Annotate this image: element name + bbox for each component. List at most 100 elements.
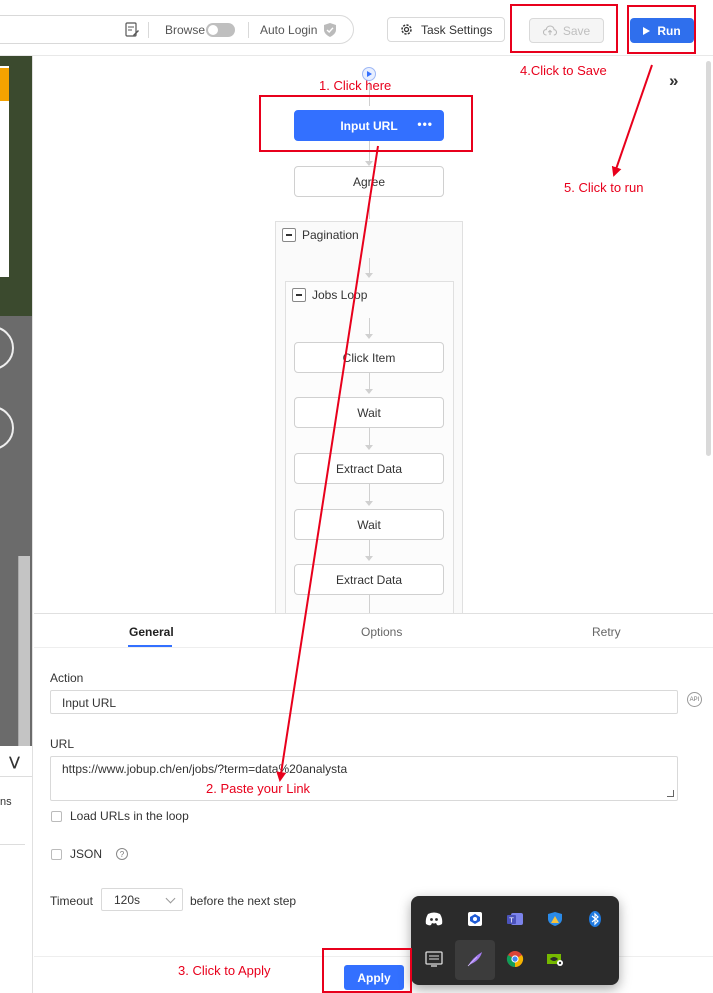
arrow-down-icon <box>365 501 373 506</box>
collapse-icon[interactable] <box>282 228 296 242</box>
node-label: Wait <box>357 517 381 532</box>
task-settings-label: Task Settings <box>421 22 493 37</box>
highlight-apply <box>322 948 412 993</box>
json-label: JSON <box>70 847 103 861</box>
timeout-suffix: before the next step <box>190 894 297 908</box>
display-settings-icon[interactable] <box>423 948 445 970</box>
node-label: Extract Data <box>335 572 403 587</box>
node-label: Click Item <box>342 350 396 365</box>
auto-login-label[interactable]: Auto Login <box>260 22 317 38</box>
shield-check-icon <box>324 23 336 37</box>
svg-text:T: T <box>508 917 514 925</box>
action-label: Action <box>50 671 84 685</box>
task-settings-button[interactable]: Task Settings <box>387 17 505 42</box>
connector <box>369 484 370 501</box>
edit-document-icon[interactable] <box>125 22 139 37</box>
connector <box>369 197 370 219</box>
divider <box>248 22 249 38</box>
highlight-run <box>627 5 696 54</box>
json-checkbox-row[interactable]: JSON ? <box>51 847 129 861</box>
node-label: Extract Data <box>335 461 403 476</box>
tab-retry[interactable]: Retry <box>592 625 621 639</box>
resize-handle-icon[interactable] <box>667 790 674 797</box>
preview-banner <box>0 68 9 101</box>
jobs-loop-header[interactable]: Jobs Loop <box>292 288 367 302</box>
pagination-header[interactable]: Pagination <box>282 228 359 242</box>
node-extract-data[interactable]: Extract Data <box>294 453 444 484</box>
highlight-save <box>510 4 618 53</box>
url-textarea[interactable]: https://www.jobup.ch/en/jobs/?term=data%… <box>50 756 678 801</box>
gear-icon <box>401 24 412 35</box>
chevron-down-icon <box>165 893 176 904</box>
annotation-step-4: 4.Click to Save <box>520 63 607 78</box>
annotation-step-5: 5. Click to run <box>564 180 644 195</box>
preview-scrollbar[interactable] <box>18 556 30 746</box>
api-icon[interactable]: API <box>687 692 702 707</box>
app-tray-icon[interactable] <box>464 908 486 930</box>
chrome-icon[interactable] <box>504 948 526 970</box>
url-value: https://www.jobup.ch/en/jobs/?term=data%… <box>62 762 348 776</box>
timeout-select[interactable]: 120s <box>101 888 183 911</box>
timeout-label: Timeout <box>50 894 93 908</box>
node-wait[interactable]: Wait <box>294 509 444 540</box>
arrow-down-icon <box>365 273 373 278</box>
discord-icon[interactable] <box>423 908 445 930</box>
feather-icon[interactable] <box>464 948 486 970</box>
group-label: Jobs Loop <box>312 288 368 302</box>
highlight-input-url <box>259 95 473 152</box>
node-extract-data[interactable]: Extract Data <box>294 564 444 595</box>
timeout-value: 120s <box>114 893 141 907</box>
connector <box>369 258 370 274</box>
annotation-step-2: 2. Paste your Link <box>206 781 311 796</box>
annotation-step-1: 1. Click here <box>319 78 392 93</box>
node-wait[interactable]: Wait <box>294 397 444 428</box>
load-urls-checkbox[interactable] <box>51 810 62 822</box>
browse-toggle[interactable] <box>206 23 235 37</box>
connector <box>369 373 370 389</box>
url-label: URL <box>50 737 75 751</box>
action-value: Input URL <box>62 696 117 710</box>
connector <box>369 318 370 334</box>
canvas-scrollbar[interactable] <box>706 61 711 456</box>
nvidia-icon[interactable] <box>544 948 566 970</box>
node-label: Agree <box>352 174 386 189</box>
preview-text: ns <box>0 796 12 808</box>
divider <box>148 22 149 38</box>
system-tray-overflow: T <box>411 896 619 985</box>
workflow-editor: Browse Auto Login Task Settings Save Run… <box>0 0 713 993</box>
collapse-panel-icon[interactable]: » <box>669 71 678 91</box>
load-urls-label: Load URLs in the loop <box>70 809 189 823</box>
help-icon[interactable]: ? <box>116 848 129 860</box>
bluetooth-icon[interactable] <box>584 908 606 930</box>
tab-options[interactable]: Options <box>361 625 402 639</box>
collapse-icon[interactable] <box>292 288 306 302</box>
tab-general[interactable]: General <box>129 625 174 639</box>
preview-footer: ⋁ ns <box>0 746 32 993</box>
annotation-step-3: 3. Click to Apply <box>178 963 271 978</box>
connector <box>369 540 370 556</box>
node-click-item[interactable]: Click Item <box>294 342 444 373</box>
chevron-down-double-icon[interactable]: ⋁ <box>9 754 20 770</box>
connector <box>369 595 370 613</box>
api-badge-text: API <box>689 696 700 703</box>
divider <box>0 844 25 845</box>
browse-label: Browse <box>165 23 206 37</box>
panel-tabs: General Options Retry <box>34 614 713 648</box>
node-label: Wait <box>357 405 381 420</box>
divider <box>0 776 32 777</box>
browser-controls-pill: Browse Auto Login <box>0 15 354 44</box>
json-checkbox[interactable] <box>51 848 62 860</box>
node-agree[interactable]: Agree <box>294 166 444 197</box>
arrow-down-icon <box>365 556 373 561</box>
defender-icon[interactable] <box>544 908 566 930</box>
action-field[interactable]: Input URL <box>50 690 678 714</box>
browser-preview-strip: ⋁ ns <box>0 56 33 993</box>
active-tab-indicator <box>128 645 172 647</box>
arrow-down-icon <box>365 389 373 394</box>
teams-icon[interactable]: T <box>504 908 526 930</box>
connector <box>369 428 370 445</box>
load-urls-checkbox-row[interactable]: Load URLs in the loop <box>51 809 189 823</box>
group-label: Pagination <box>302 228 359 242</box>
arrow-down-icon <box>365 445 373 450</box>
arrow-down-icon <box>365 334 373 339</box>
